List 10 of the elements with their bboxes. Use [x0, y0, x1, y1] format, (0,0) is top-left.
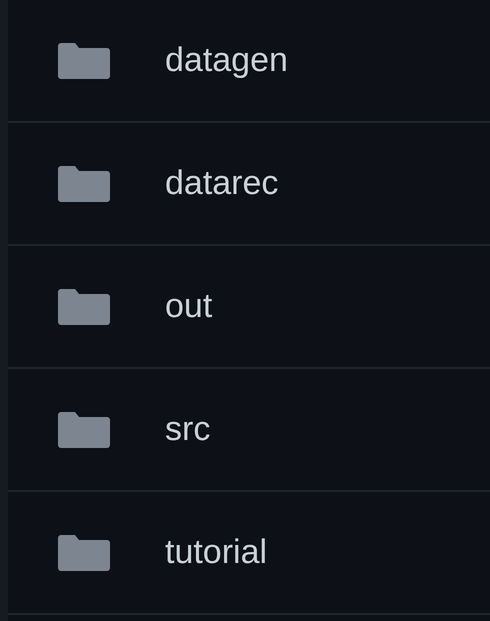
- folder-name-link[interactable]: datagen: [165, 41, 288, 80]
- folder-icon: [58, 288, 110, 324]
- folder-name-link[interactable]: out: [165, 287, 212, 326]
- folder-name-link[interactable]: tutorial: [165, 533, 268, 572]
- folder-icon: [58, 42, 110, 78]
- folder-icon: [58, 412, 110, 448]
- folder-name-link[interactable]: datarec: [165, 164, 278, 203]
- folder-icon: [58, 534, 110, 570]
- folder-icon: [58, 166, 110, 202]
- folder-name-link[interactable]: src: [165, 410, 210, 449]
